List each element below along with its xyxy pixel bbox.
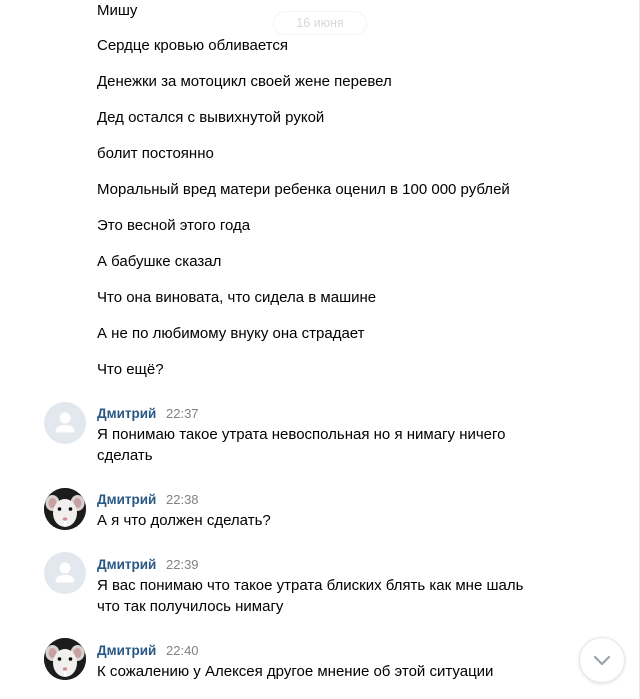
user-silhouette-icon	[55, 562, 75, 583]
message-line: А бабушке сказал	[97, 253, 222, 270]
message-line: болит постоянно	[97, 145, 214, 162]
message-time[interactable]: 22:38	[166, 491, 199, 508]
message-line: Мишу	[97, 2, 138, 19]
message-text: Я вас понимаю что такое утрата блиских б…	[97, 577, 524, 615]
message-time[interactable]: 22:40	[166, 642, 199, 659]
message-time[interactable]: 22:37	[166, 405, 199, 422]
rat-photo-avatar[interactable]	[44, 638, 86, 680]
user-silhouette-icon	[55, 412, 75, 433]
message-line: Это весной этого года	[97, 217, 251, 234]
message-author[interactable]: Дмитрий	[97, 556, 156, 573]
rat-face-icon	[44, 488, 86, 530]
message-author[interactable]: Дмитрий	[97, 405, 156, 422]
message-author[interactable]: Дмитрий	[97, 491, 156, 508]
message-author[interactable]: Дмитрий	[97, 642, 156, 659]
scroll-down-button[interactable]	[579, 637, 625, 683]
message-text: А я что должен сделать?	[97, 512, 271, 529]
date-separator: 16 июня	[273, 11, 367, 35]
message-line: Дед остался с вывихнутой рукой	[97, 109, 325, 126]
chevron-down-icon	[593, 655, 611, 666]
message-time[interactable]: 22:39	[166, 556, 199, 573]
rat-face-icon	[44, 638, 86, 680]
default-avatar[interactable]	[44, 552, 86, 594]
message-line: Что она виновата, что сидела в машине	[97, 289, 377, 306]
message-line: А не по любимому внуку она страдает	[97, 325, 365, 342]
message-line: Сердце кровью обливается	[97, 37, 289, 54]
message-text: Я понимаю такое утрата невоспольная но я…	[97, 426, 506, 464]
default-avatar[interactable]	[44, 402, 86, 444]
message-text: К сожалению у Алексея другое мнение об э…	[97, 663, 494, 680]
message-line: Что ещё?	[97, 361, 164, 378]
rat-photo-avatar[interactable]	[44, 488, 86, 530]
message-line: Денежки за мотоцикл своей жене перевел	[97, 73, 392, 90]
chat-history[interactable]: 16 июня Мишу Сердце кровью обливается Де…	[0, 0, 640, 699]
message-line: Моральный вред матери ребенка оценил в 1…	[97, 181, 510, 198]
